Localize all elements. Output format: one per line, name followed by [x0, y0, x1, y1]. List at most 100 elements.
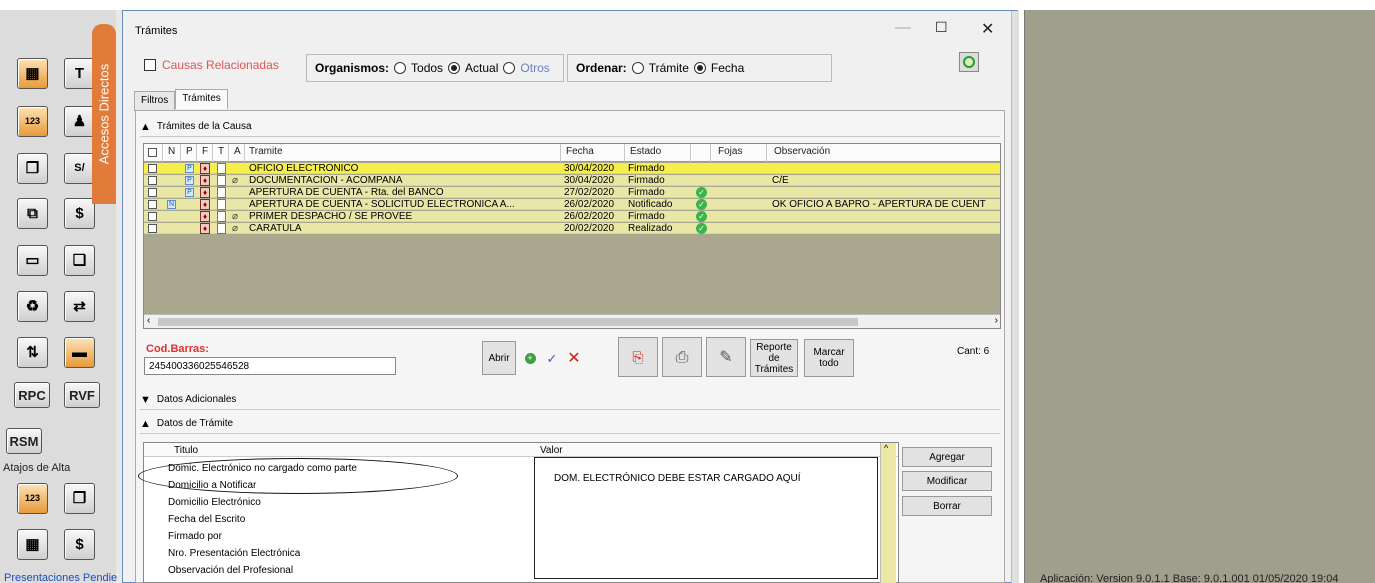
col-p[interactable]: P [186, 146, 193, 157]
table-row[interactable]: P ♦ APERTURA DE CUENTA - Rta. del BANCO 27/… [144, 187, 1000, 198]
agregar-button[interactable]: Agregar [902, 447, 992, 467]
ok-check-icon: ✓ [696, 211, 707, 222]
presentaciones-link[interactable]: Presentaciones Pendie [4, 572, 117, 583]
table-row[interactable]: ♦ ⌀ PRIMER DESPACHO / SE PROVEE 26/02/2020 F… [144, 211, 1000, 222]
scroll-right-icon[interactable]: › [995, 315, 998, 326]
cell-tramite: CARATULA [249, 223, 302, 234]
reporte-tramites-button[interactable]: Reporte de Trámites [750, 339, 798, 377]
copy-pages-icon[interactable]: ❐ [17, 153, 48, 184]
marcar-todo-button[interactable]: Marcar todo [804, 339, 854, 377]
accesos-directos-tab[interactable]: Accesos Directos [92, 24, 116, 204]
col-f[interactable]: F [202, 146, 208, 157]
document-icon [217, 211, 226, 222]
list-item[interactable]: Observación del Profesional [168, 565, 293, 576]
scroll-thumb[interactable] [158, 318, 858, 326]
refresh-button[interactable] [959, 52, 979, 72]
row-checkbox[interactable] [148, 200, 157, 209]
rvf-button[interactable]: RVF [64, 382, 100, 408]
add-icon[interactable]: + [520, 341, 540, 375]
radio-todos[interactable] [394, 62, 407, 74]
folder-icon[interactable]: ▭ [17, 245, 48, 276]
document-icon[interactable]: ❏ [64, 245, 95, 276]
section-datos-tramite[interactable]: ▲ Datos de Trámite [140, 414, 1000, 434]
calculator-icon[interactable]: ▦ [17, 58, 48, 89]
money-icon[interactable]: $ [64, 198, 95, 229]
causas-relacionadas-option[interactable]: Causas Relacionadas [144, 58, 279, 72]
add-numbered-doc-icon[interactable]: 123 [17, 483, 48, 514]
sa-icon[interactable]: S/ [64, 153, 95, 184]
radio-actual[interactable] [448, 62, 461, 74]
section-datos-adicionales[interactable]: ▼ Datos Adicionales [140, 390, 1000, 410]
transfer-icon[interactable]: ⇄ [64, 291, 95, 322]
tab-tramites[interactable]: Trámites [175, 89, 228, 109]
radio-otros-label: Otros [520, 61, 550, 75]
table-row[interactable]: ♦ ⌀ CARATULA 20/02/2020 Realizado ✓ [144, 223, 1000, 234]
col-t[interactable]: T [218, 146, 224, 157]
scroll-up-icon[interactable]: ^ [884, 443, 888, 453]
scroll-left-icon[interactable]: ‹ [147, 315, 150, 326]
numbered-docs-icon[interactable]: 123 [17, 106, 48, 137]
signature-icon: ♦ [200, 187, 210, 198]
barcode-input[interactable] [144, 357, 396, 375]
section-tramites-causa[interactable]: ▲ Trámites de la Causa [140, 117, 1000, 137]
list-item[interactable]: Firmado por [168, 531, 222, 542]
maximize-icon[interactable]: ☐ [935, 19, 948, 36]
recycle-icon[interactable]: ♻ [17, 291, 48, 322]
list-item[interactable]: Fecha del Escrito [168, 514, 245, 525]
delete-icon[interactable]: ✕ [564, 341, 584, 375]
add-copy-icon[interactable]: ❐ [64, 483, 95, 514]
document-icon [217, 187, 226, 198]
modificar-button[interactable]: Modificar [902, 471, 992, 491]
col-estado[interactable]: Estado [630, 146, 661, 157]
rsm-button[interactable]: RSM [6, 428, 42, 454]
col-a[interactable]: A [234, 146, 241, 157]
table-row[interactable]: P ♦ ⌀ DOCUMENTACION - ACOMPAÑA 30/04/2020 Fir… [144, 175, 1000, 186]
section-title: Trámites de la Causa [156, 121, 252, 132]
cell-fecha: 26/02/2020 [564, 199, 615, 210]
window-scrollbar[interactable] [1011, 11, 1019, 583]
abrir-button[interactable]: Abrir [482, 341, 516, 375]
col-tramite[interactable]: Tramite [249, 146, 283, 157]
radio-fecha-label: Fecha [710, 61, 745, 75]
select-all-checkbox[interactable] [148, 148, 157, 157]
check-icon[interactable]: ✓ [542, 341, 562, 375]
row-checkbox[interactable] [148, 164, 157, 173]
close-icon[interactable]: ✕ [981, 19, 994, 39]
pdf-icon[interactable]: ⎘ [618, 337, 658, 377]
tab-filtros[interactable]: Filtros [134, 91, 176, 111]
minimize-icon[interactable]: — [895, 19, 911, 37]
table-row[interactable]: P ♦ OFICIO ELECTRONICO 30/04/2020 Firmado [144, 163, 1000, 174]
col-fojas[interactable]: Fojas [718, 146, 742, 157]
text-icon[interactable]: T [64, 58, 95, 89]
move-window-icon[interactable]: ⧉ [17, 198, 48, 229]
swap-vertical-icon[interactable]: ⇅ [17, 337, 48, 368]
col-n[interactable]: N [168, 146, 175, 157]
add-calculator-icon[interactable]: ▦ [17, 529, 48, 560]
grid-horizontal-scrollbar[interactable]: ‹ › [144, 314, 1000, 328]
row-checkbox[interactable] [148, 224, 157, 233]
col-observacion[interactable]: Observación [774, 146, 830, 157]
count-label: Cant: 6 [957, 346, 990, 357]
datos-scrollbar[interactable]: ^ [880, 443, 896, 583]
list-item[interactable]: Domicilio Electrónico [168, 497, 261, 508]
rpc-button[interactable]: RPC [14, 382, 50, 408]
monitor-icon[interactable]: ▬ [64, 337, 95, 368]
printer-icon[interactable]: ⎙ [662, 337, 702, 377]
borrar-button[interactable]: Borrar [902, 496, 992, 516]
radio-otros[interactable] [503, 62, 516, 74]
add-money-icon[interactable]: $ [64, 529, 95, 560]
row-checkbox[interactable] [148, 188, 157, 197]
radio-fecha[interactable] [693, 62, 706, 74]
row-checkbox[interactable] [148, 212, 157, 221]
list-item[interactable]: Nro. Presentación Electrónica [168, 548, 300, 559]
radio-tramite[interactable] [631, 62, 644, 74]
col-fecha[interactable]: Fecha [566, 146, 594, 157]
radio-tramite-label: Trámite [648, 61, 689, 75]
table-row[interactable]: N ♦ APERTURA DE CUENTA - SOLICITUD ELECTRO… [144, 199, 1000, 210]
cell-estado: Firmado [628, 187, 665, 198]
organismos-group: Organismos: Todos Actual Otros [306, 54, 564, 82]
row-checkbox[interactable] [148, 176, 157, 185]
user-icon[interactable]: ♟ [64, 106, 95, 137]
attach-icon[interactable]: ✎ [706, 337, 746, 377]
causas-checkbox[interactable] [144, 59, 156, 71]
